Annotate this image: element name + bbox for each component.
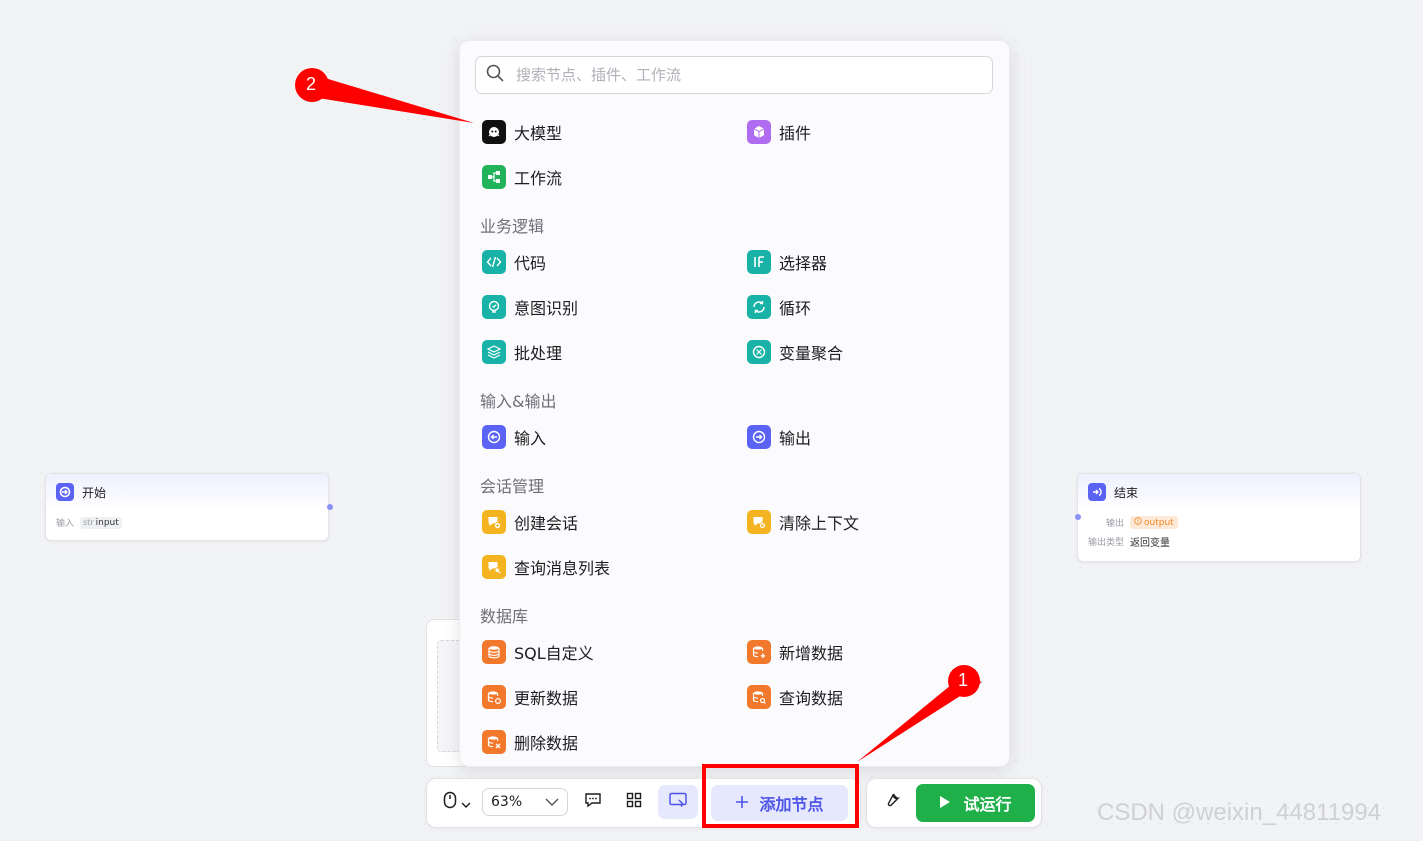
badge-2-label: 2 (306, 74, 317, 94)
arrow-2 (305, 72, 474, 123)
watermark: CSDN @weixin_44811994 (1097, 799, 1382, 826)
badge-1-label: 1 (958, 670, 969, 690)
annotation-arrows (295, 68, 982, 762)
